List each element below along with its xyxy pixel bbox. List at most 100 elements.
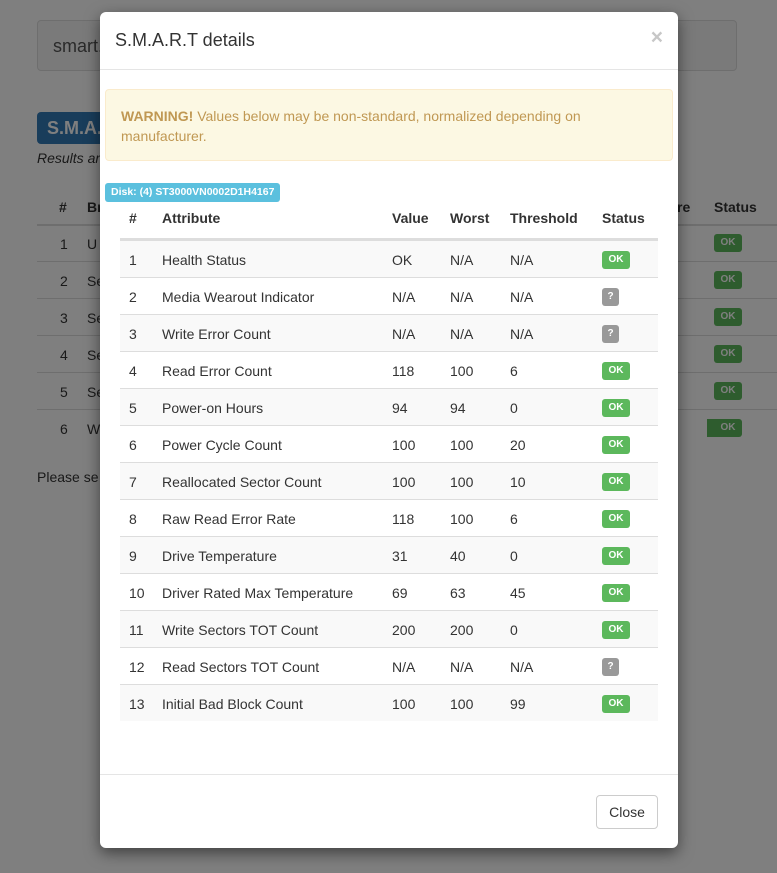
row-attribute: Drive Temperature (162, 548, 277, 564)
table-row: 11 Write Sectors TOT Count 200 200 0 OK (120, 610, 658, 647)
row-threshold: N/A (510, 252, 534, 268)
modal-footer: Close (100, 774, 678, 849)
row-threshold: 20 (510, 437, 526, 453)
disk-label: Disk: (4) ST3000VN0002D1H4167 (105, 183, 281, 202)
row-num: 8 (129, 511, 137, 527)
table-row: 12 Read Sectors TOT Count N/A N/A N/A? (120, 647, 658, 684)
status-ok-badge: OK (602, 436, 630, 454)
row-num: 2 (129, 289, 137, 305)
row-num: 1 (129, 252, 137, 268)
row-worst: 63 (450, 585, 466, 601)
row-worst: N/A (450, 659, 474, 675)
row-threshold: 0 (510, 622, 518, 638)
row-value: 118 (392, 363, 415, 379)
modal-header: S.M.A.R.T details × (100, 12, 678, 70)
warning-label: WARNING! (121, 108, 194, 124)
header-threshold: Threshold (510, 210, 578, 226)
table-row: 3 Write Error Count N/A N/A N/A? (120, 314, 658, 351)
row-value: 94 (392, 400, 408, 416)
row-num: 12 (129, 659, 145, 675)
table-row: 8 Raw Read Error Rate 118 100 6 OK (120, 499, 658, 536)
row-num: 3 (129, 326, 137, 342)
row-worst: 40 (450, 548, 466, 564)
close-icon[interactable]: × (651, 26, 663, 50)
row-attribute: Raw Read Error Rate (162, 511, 296, 527)
row-value: 100 (392, 437, 416, 453)
status-unknown-badge: ? (602, 288, 619, 306)
status-ok-badge: OK (602, 510, 630, 528)
status-ok-badge: OK (602, 547, 630, 565)
status-ok-badge: OK (602, 584, 630, 602)
status-unknown-badge: ? (602, 658, 619, 676)
row-attribute: Write Error Count (162, 326, 271, 342)
smart-table-header: # Attribute Value Worst Threshold Status (120, 202, 658, 240)
row-threshold: 45 (510, 585, 526, 601)
close-button[interactable]: Close (596, 795, 658, 829)
row-worst: 100 (450, 511, 474, 527)
row-value: N/A (392, 326, 416, 342)
row-worst: 100 (450, 696, 474, 712)
row-threshold: N/A (510, 326, 534, 342)
row-threshold: N/A (510, 659, 534, 675)
row-worst: 100 (450, 474, 474, 490)
table-row: 2 Media Wearout Indicator N/A N/A N/A? (120, 277, 658, 314)
row-value: 118 (392, 511, 415, 527)
table-row: 9 Drive Temperature 31 40 0 OK (120, 536, 658, 573)
row-attribute: Read Sectors TOT Count (162, 659, 320, 675)
table-row: 13 Initial Bad Block Count 100 100 99 OK (120, 684, 658, 721)
status-ok-badge: OK (602, 695, 630, 713)
status-unknown-badge: ? (602, 325, 619, 343)
status-ok-badge: OK (602, 362, 630, 380)
row-attribute: Initial Bad Block Count (162, 696, 303, 712)
row-worst: N/A (450, 252, 474, 268)
status-ok-badge: OK (602, 473, 630, 491)
table-row: 1 Health Status OK N/A N/A OK (120, 240, 658, 277)
row-attribute: Write Sectors TOT Count (162, 622, 319, 638)
table-row: 5 Power-on Hours 94 94 0 OK (120, 388, 658, 425)
row-value: 200 (392, 622, 416, 638)
row-value: 69 (392, 585, 408, 601)
row-attribute: Read Error Count (162, 363, 272, 379)
table-row: 7 Reallocated Sector Count 100 100 10 OK (120, 462, 658, 499)
row-num: 9 (129, 548, 137, 564)
row-threshold: 99 (510, 696, 526, 712)
row-attribute: Reallocated Sector Count (162, 474, 322, 490)
table-row: 6 Power Cycle Count 100 100 20 OK (120, 425, 658, 462)
row-num: 7 (129, 474, 137, 490)
header-status: Status (602, 210, 645, 226)
header-num: # (129, 210, 137, 226)
row-attribute: Health Status (162, 252, 247, 268)
row-value: N/A (392, 289, 416, 305)
smart-table: # Attribute Value Worst Threshold Status… (120, 202, 658, 721)
header-worst: Worst (450, 210, 490, 226)
row-threshold: 0 (510, 400, 518, 416)
row-attribute: Driver Rated Max Temperature (162, 585, 354, 601)
row-attribute: Power Cycle Count (162, 437, 282, 453)
smart-details-modal: S.M.A.R.T details × WARNING! Values belo… (100, 12, 678, 848)
status-ok-badge: OK (602, 621, 630, 639)
table-row: 4 Read Error Count 118 100 6 OK (120, 351, 658, 388)
row-worst: N/A (450, 289, 474, 305)
row-num: 5 (129, 400, 137, 416)
status-ok-badge: OK (602, 399, 630, 417)
row-value: 31 (392, 548, 408, 564)
row-threshold: 10 (510, 474, 526, 490)
row-attribute: Power-on Hours (162, 400, 264, 416)
row-value: N/A (392, 659, 416, 675)
header-attribute: Attribute (162, 210, 221, 226)
row-threshold: 6 (510, 511, 518, 527)
row-worst: 94 (450, 400, 466, 416)
row-threshold: 0 (510, 548, 518, 564)
row-worst: N/A (450, 326, 474, 342)
row-worst: 100 (450, 437, 474, 453)
row-attribute: Media Wearout Indicator (162, 289, 315, 305)
row-value: 100 (392, 474, 416, 490)
row-num: 11 (129, 622, 144, 638)
row-value: OK (392, 252, 413, 268)
status-ok-badge: OK (602, 251, 630, 269)
row-num: 4 (129, 363, 137, 379)
row-num: 10 (129, 585, 145, 601)
table-row: 10 Driver Rated Max Temperature 69 63 45 OK (120, 573, 658, 610)
row-worst: 100 (450, 363, 474, 379)
row-worst: 200 (450, 622, 474, 638)
